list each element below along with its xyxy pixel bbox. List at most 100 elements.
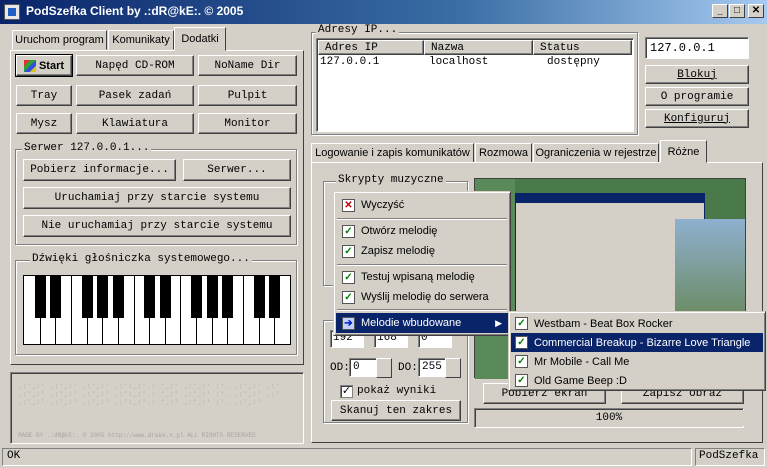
progress-bar: 100% — [474, 408, 744, 428]
ip-input[interactable]: 127.0.0.1 — [645, 37, 749, 59]
monitor-button[interactable]: Monitor — [198, 113, 297, 134]
cdrom-button[interactable]: Napęd CD-ROM — [76, 55, 194, 76]
check-icon: ✓ — [342, 244, 355, 258]
tab-rozne[interactable]: Różne — [660, 140, 707, 163]
window-title: PodSzefka Client by .:dR@kE:. © 2005 — [26, 4, 244, 18]
piano-black-key[interactable] — [269, 276, 280, 318]
piano-black-key[interactable] — [222, 276, 233, 318]
piano-white-key-divider — [71, 276, 72, 344]
tab-komunikaty[interactable]: Komunikaty — [108, 30, 174, 50]
menu-item-open-melody[interactable]: ✓ Otwórz melodię — [336, 221, 508, 241]
submenu-item-westbam[interactable]: ✓ Westbam - Beat Box Rocker — [511, 314, 763, 333]
column-header-status[interactable]: Status — [533, 40, 632, 55]
x-icon: ✕ — [342, 198, 355, 212]
about-button[interactable]: O programie — [645, 87, 749, 106]
tab-uruchom-program[interactable]: Uruchom program — [12, 30, 107, 50]
piano-black-key[interactable] — [82, 276, 93, 318]
ip-row-address[interactable]: 127.0.0.1 — [320, 56, 379, 68]
column-header-name[interactable]: Nazwa — [424, 40, 533, 55]
menu-separator — [337, 309, 507, 311]
arrow-icon: ➔ — [342, 316, 355, 330]
mouse-button[interactable]: Mysz — [16, 113, 72, 134]
speaker-group-legend: Dźwięki głośniczka systemowego... — [30, 253, 252, 265]
footer-credits: MADE BY .:dR@kE:. © 2005 http://www.drak… — [18, 432, 256, 439]
piano-black-key[interactable] — [113, 276, 124, 318]
ip-row-name[interactable]: localhost — [429, 56, 488, 68]
piano-black-key[interactable] — [191, 276, 202, 318]
noname-dir-button[interactable]: NoName Dir — [198, 55, 297, 76]
desktop-button[interactable]: Pulpit — [198, 85, 297, 106]
submenu-item-old-game-beep[interactable]: ✓ Old Game Beep :D — [511, 371, 763, 390]
close-button[interactable]: ✕ — [748, 4, 764, 18]
status-left: OK — [2, 448, 692, 466]
block-button[interactable]: Blokuj — [645, 65, 749, 84]
ip-row-status[interactable]: dostępny — [547, 56, 600, 68]
melodies-submenu: ✓ Westbam - Beat Box Rocker ✓ Commercial… — [508, 311, 766, 391]
ip-group-legend: Adresy IP... — [316, 24, 400, 36]
app-window: PodSzefka Client by .:dR@kE:. © 2005 _ □… — [0, 0, 767, 468]
music-group-legend: Skrypty muzyczne — [336, 174, 446, 186]
check-icon: ✓ — [515, 317, 528, 330]
piano-white-key-divider — [134, 276, 135, 344]
piano-keyboard[interactable] — [23, 275, 291, 345]
maximize-button[interactable]: □ — [729, 4, 745, 18]
server-group-legend: Serwer 127.0.0.1... — [22, 142, 152, 154]
menu-separator — [337, 264, 507, 266]
column-header-ip[interactable]: Adres IP — [318, 40, 424, 55]
submenu-arrow-icon: ▶ — [495, 317, 502, 328]
tray-button[interactable]: Tray — [16, 85, 72, 106]
piano-white-key-divider — [243, 276, 244, 344]
scan-range-button[interactable]: Skanuj ten zakres — [331, 400, 461, 421]
tab-rozmowa[interactable]: Rozmowa — [475, 143, 532, 163]
menu-item-test-melody[interactable]: ✓ Testuj wpisaną melodię — [336, 267, 508, 287]
check-icon: ✓ — [342, 270, 355, 284]
autostart-button[interactable]: Uruchamiaj przy starcie systemu — [23, 187, 291, 209]
start-button[interactable]: Start — [15, 54, 73, 77]
no-autostart-button[interactable]: Nie uruchamiaj przy starcie systemu — [23, 215, 291, 237]
menu-separator — [337, 218, 507, 220]
piano-black-key[interactable] — [50, 276, 61, 318]
piano-white-key-divider — [180, 276, 181, 344]
piano-black-key[interactable] — [35, 276, 46, 318]
tab-ograniczenia[interactable]: Ograniczenia w rejestrze — [533, 143, 659, 163]
preview-wallpaper — [675, 219, 745, 319]
tab-logowanie[interactable]: Logowanie i zapis komunikatów — [311, 143, 474, 163]
taskbar-button[interactable]: Pasek zadań — [76, 85, 194, 106]
do-input[interactable]: 255 — [418, 358, 446, 377]
do-spinner[interactable] — [445, 358, 461, 378]
status-right: PodSzefka — [695, 448, 765, 466]
submenu-item-mr-mobile[interactable]: ✓ Mr Mobile - Call Me — [511, 352, 763, 371]
check-icon: ✓ — [515, 374, 528, 387]
do-label: DO: — [398, 362, 418, 374]
menu-item-clear[interactable]: ✕ Wyczyść — [336, 195, 508, 215]
piano-black-key[interactable] — [254, 276, 265, 318]
keyboard-button[interactable]: Klawiatura — [76, 113, 194, 134]
menu-item-send-melody[interactable]: ✓ Wyślij melodię do serwera — [336, 287, 508, 307]
check-icon: ✓ — [342, 224, 355, 238]
context-menu: ✕ Wyczyść ✓ Otwórz melodię ✓ Zapisz melo… — [333, 191, 511, 336]
server-button[interactable]: Serwer... — [183, 159, 291, 181]
check-icon: ✓ — [515, 336, 528, 349]
piano-black-key[interactable] — [160, 276, 171, 318]
od-label: OD: — [330, 362, 350, 374]
submenu-item-commercial-breakup[interactable]: ✓ Commercial Breakup - Bizarre Love Tria… — [511, 333, 763, 352]
configure-button[interactable]: Konfiguruj — [645, 109, 749, 128]
piano-black-key[interactable] — [207, 276, 218, 318]
check-icon: ✓ — [342, 290, 355, 304]
ascii-art: .:'_:' .:'_:' .:'_:' .:':_:'.: '_:' .:'_… — [18, 383, 281, 406]
show-results-checkbox[interactable]: ✓ — [340, 385, 353, 398]
fetch-info-button[interactable]: Pobierz informacje... — [23, 159, 176, 181]
piano-black-key[interactable] — [144, 276, 155, 318]
menu-item-save-melody[interactable]: ✓ Zapisz melodię — [336, 241, 508, 261]
check-icon: ✓ — [515, 355, 528, 368]
od-input[interactable]: 0 — [349, 358, 377, 377]
progress-text: 100% — [595, 412, 623, 424]
piano-black-key[interactable] — [97, 276, 108, 318]
windows-logo-icon — [23, 59, 36, 72]
app-icon[interactable] — [4, 4, 20, 20]
menu-item-builtin-melodies[interactable]: ➔ Melodie wbudowane ▶ — [336, 313, 508, 333]
preview-window-titlebar — [515, 193, 705, 203]
tab-dodatki[interactable]: Dodatki — [174, 27, 226, 51]
minimize-button[interactable]: _ — [712, 4, 728, 18]
od-spinner[interactable] — [376, 358, 392, 378]
